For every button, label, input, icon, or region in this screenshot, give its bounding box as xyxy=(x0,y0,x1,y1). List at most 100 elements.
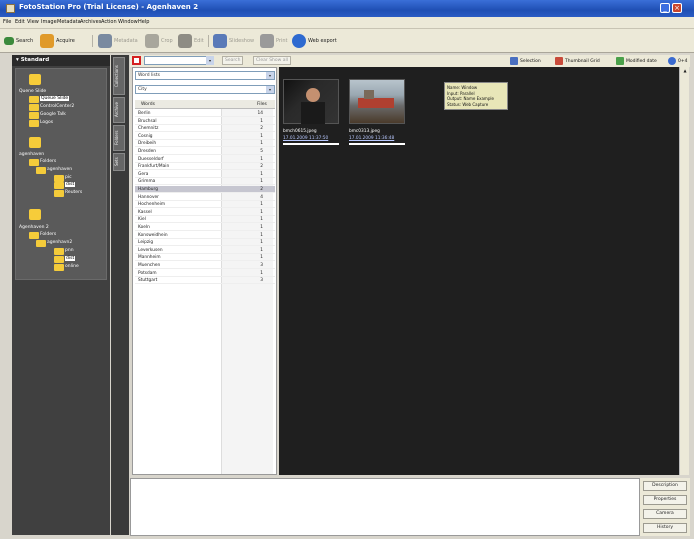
description-button[interactable]: Description xyxy=(643,481,687,491)
history-button[interactable]: History xyxy=(643,523,687,533)
menu-help[interactable]: Help xyxy=(138,19,149,25)
minimize-button[interactable]: _ xyxy=(660,3,670,13)
word-cell: Cosnig xyxy=(138,133,153,139)
list-item[interactable]: Grimma 1 xyxy=(135,178,275,186)
close-button[interactable]: × xyxy=(672,3,682,13)
list-item[interactable]: Hochenheim 1 xyxy=(135,201,275,209)
print-button[interactable]: Print xyxy=(260,33,288,49)
menu-metadata[interactable]: Metadata xyxy=(57,19,81,25)
menu-image[interactable]: Image xyxy=(41,19,57,25)
menu-archives[interactable]: Archives xyxy=(80,19,101,25)
words-column-header[interactable]: Words xyxy=(141,102,155,107)
tab-folders[interactable]: Folders xyxy=(113,125,125,151)
list-item[interactable]: Dreibeih 1 xyxy=(135,140,275,148)
tree-root-agenhaven[interactable]: agenhaven xyxy=(19,152,44,157)
vertical-scrollbar[interactable]: ▲ xyxy=(679,67,689,475)
files-column-header[interactable]: Files xyxy=(257,102,267,107)
tree-item-agenhavn2[interactable]: agenhavn2 xyxy=(47,240,72,245)
panel-header[interactable]: ▾ Standard xyxy=(12,55,110,66)
list-item[interactable]: Frankfurt/Main 2 xyxy=(135,163,275,171)
tree-item-pnn[interactable]: pnn xyxy=(65,248,74,253)
list-item[interactable]: Gera 1 xyxy=(135,171,275,178)
files-count-cell: 1 xyxy=(260,255,263,261)
body-shape xyxy=(301,102,325,124)
folder-icon xyxy=(54,175,64,182)
list-item[interactable]: Koeln 1 xyxy=(135,224,275,231)
folder-icon xyxy=(54,264,64,271)
list-item[interactable]: Muenchen 3 xyxy=(135,262,275,269)
word-cell: Leipzig xyxy=(138,240,154,246)
tree-item-online[interactable]: online xyxy=(65,264,79,269)
acquire-button[interactable]: Acquire xyxy=(40,33,75,49)
menu-view[interactable]: View xyxy=(27,19,39,25)
stop-icon[interactable] xyxy=(132,56,141,65)
folder-icon xyxy=(29,120,39,127)
tab-archive[interactable]: Archive xyxy=(113,97,125,123)
menu-action[interactable]: Action xyxy=(101,19,117,25)
slideshow-icon xyxy=(213,34,227,48)
list-item[interactable]: Duesseldorf 1 xyxy=(135,156,275,163)
list-item[interactable]: Chemnitz 2 xyxy=(135,125,275,133)
preview-area xyxy=(130,478,640,536)
properties-button[interactable]: Properties xyxy=(643,495,687,505)
tree-item-controlcenter[interactable]: ControlCenter2 xyxy=(40,104,74,109)
menu-edit[interactable]: Edit xyxy=(15,19,25,25)
tree-item-logos[interactable]: Logos xyxy=(40,120,53,125)
tree-item-dist[interactable]: dist xyxy=(65,182,76,187)
thumbnail-filename: bmch0615.jpeg xyxy=(283,129,317,134)
edit-button[interactable]: Edit xyxy=(178,33,204,49)
tab-sets[interactable]: Sets xyxy=(113,153,125,171)
tree-root-queue-slide[interactable]: Quene Slide xyxy=(19,89,46,94)
list-item[interactable]: Mannheim 1 xyxy=(135,254,275,262)
tree-item-agenhaven[interactable]: agenhaven xyxy=(47,167,72,172)
metadata-button[interactable]: Metadata xyxy=(98,33,138,49)
list-item[interactable]: Stuttgart 3 xyxy=(135,277,275,285)
tree-item-folders[interactable]: Folders xyxy=(40,159,56,164)
tab-collections[interactable]: Collections xyxy=(113,57,125,95)
city-select[interactable]: City ▾ xyxy=(135,85,275,94)
crane-shape xyxy=(364,90,374,99)
list-item[interactable]: Dresden 5 xyxy=(135,148,275,155)
list-item[interactable]: Leverkusen 1 xyxy=(135,247,275,254)
web-export-button[interactable]: Web export xyxy=(292,33,337,49)
tree-item-folders-2[interactable]: Folders xyxy=(40,232,56,237)
word-cell: Grimma xyxy=(138,179,156,185)
thumbnail-grid-button[interactable]: Thumbnail Grid xyxy=(555,56,600,66)
thumbnail-image[interactable] xyxy=(283,79,339,124)
word-list-select[interactable]: Word lists ▾ xyxy=(135,71,275,80)
tree-item-dist-2[interactable]: dist xyxy=(65,256,76,261)
list-item[interactable]: Berlin 14 xyxy=(135,110,275,117)
count-indicator[interactable]: 0+4 xyxy=(668,56,688,66)
tree-item-pic[interactable]: pic xyxy=(65,175,72,180)
menu-window[interactable]: Window xyxy=(118,19,138,25)
list-item[interactable]: Cosnig 1 xyxy=(135,133,275,140)
search-button[interactable]: Search xyxy=(4,33,33,49)
files-count-cell: 1 xyxy=(260,232,263,238)
list-item[interactable]: Hannover 4 xyxy=(135,194,275,201)
list-item[interactable]: Kiel 1 xyxy=(135,216,275,224)
list-item[interactable]: Kassel 1 xyxy=(135,209,275,216)
list-item[interactable]: Konsweidhein 1 xyxy=(135,232,275,239)
menu-file[interactable]: File xyxy=(3,19,11,25)
word-cell: Dresden xyxy=(138,149,156,154)
tree-item-google-talk[interactable]: Google Talk xyxy=(40,112,66,117)
files-count-cell: 1 xyxy=(260,217,263,223)
selection-button[interactable]: Selection xyxy=(510,56,541,66)
scroll-up-icon[interactable]: ▲ xyxy=(682,68,688,74)
list-item[interactable]: Bruchsal 1 xyxy=(135,118,275,125)
list-item[interactable]: Hamburg 2 xyxy=(135,186,275,193)
tree-item-reuters[interactable]: Reuters xyxy=(65,190,82,195)
tree-item-queue-slide[interactable]: Queue Slide xyxy=(40,96,70,101)
list-item[interactable]: Potsdam 1 xyxy=(135,270,275,277)
search-input[interactable] xyxy=(144,56,214,65)
crop-button[interactable]: Crop xyxy=(145,33,173,49)
slideshow-button[interactable]: Slideshow xyxy=(213,33,254,49)
search-submit-button[interactable]: Search xyxy=(222,56,244,65)
tree-root-agenhaven-2[interactable]: Agenhaven 2 xyxy=(19,225,49,230)
list-item[interactable]: Leipzig 1 xyxy=(135,239,275,247)
chevron-down-icon[interactable]: ▾ xyxy=(206,56,214,65)
clear-button[interactable]: Clear Show all xyxy=(253,56,292,65)
sort-modified-button[interactable]: Modified date xyxy=(616,56,657,66)
thumbnail-image[interactable] xyxy=(349,79,405,124)
camera-button[interactable]: Camera xyxy=(643,509,687,519)
